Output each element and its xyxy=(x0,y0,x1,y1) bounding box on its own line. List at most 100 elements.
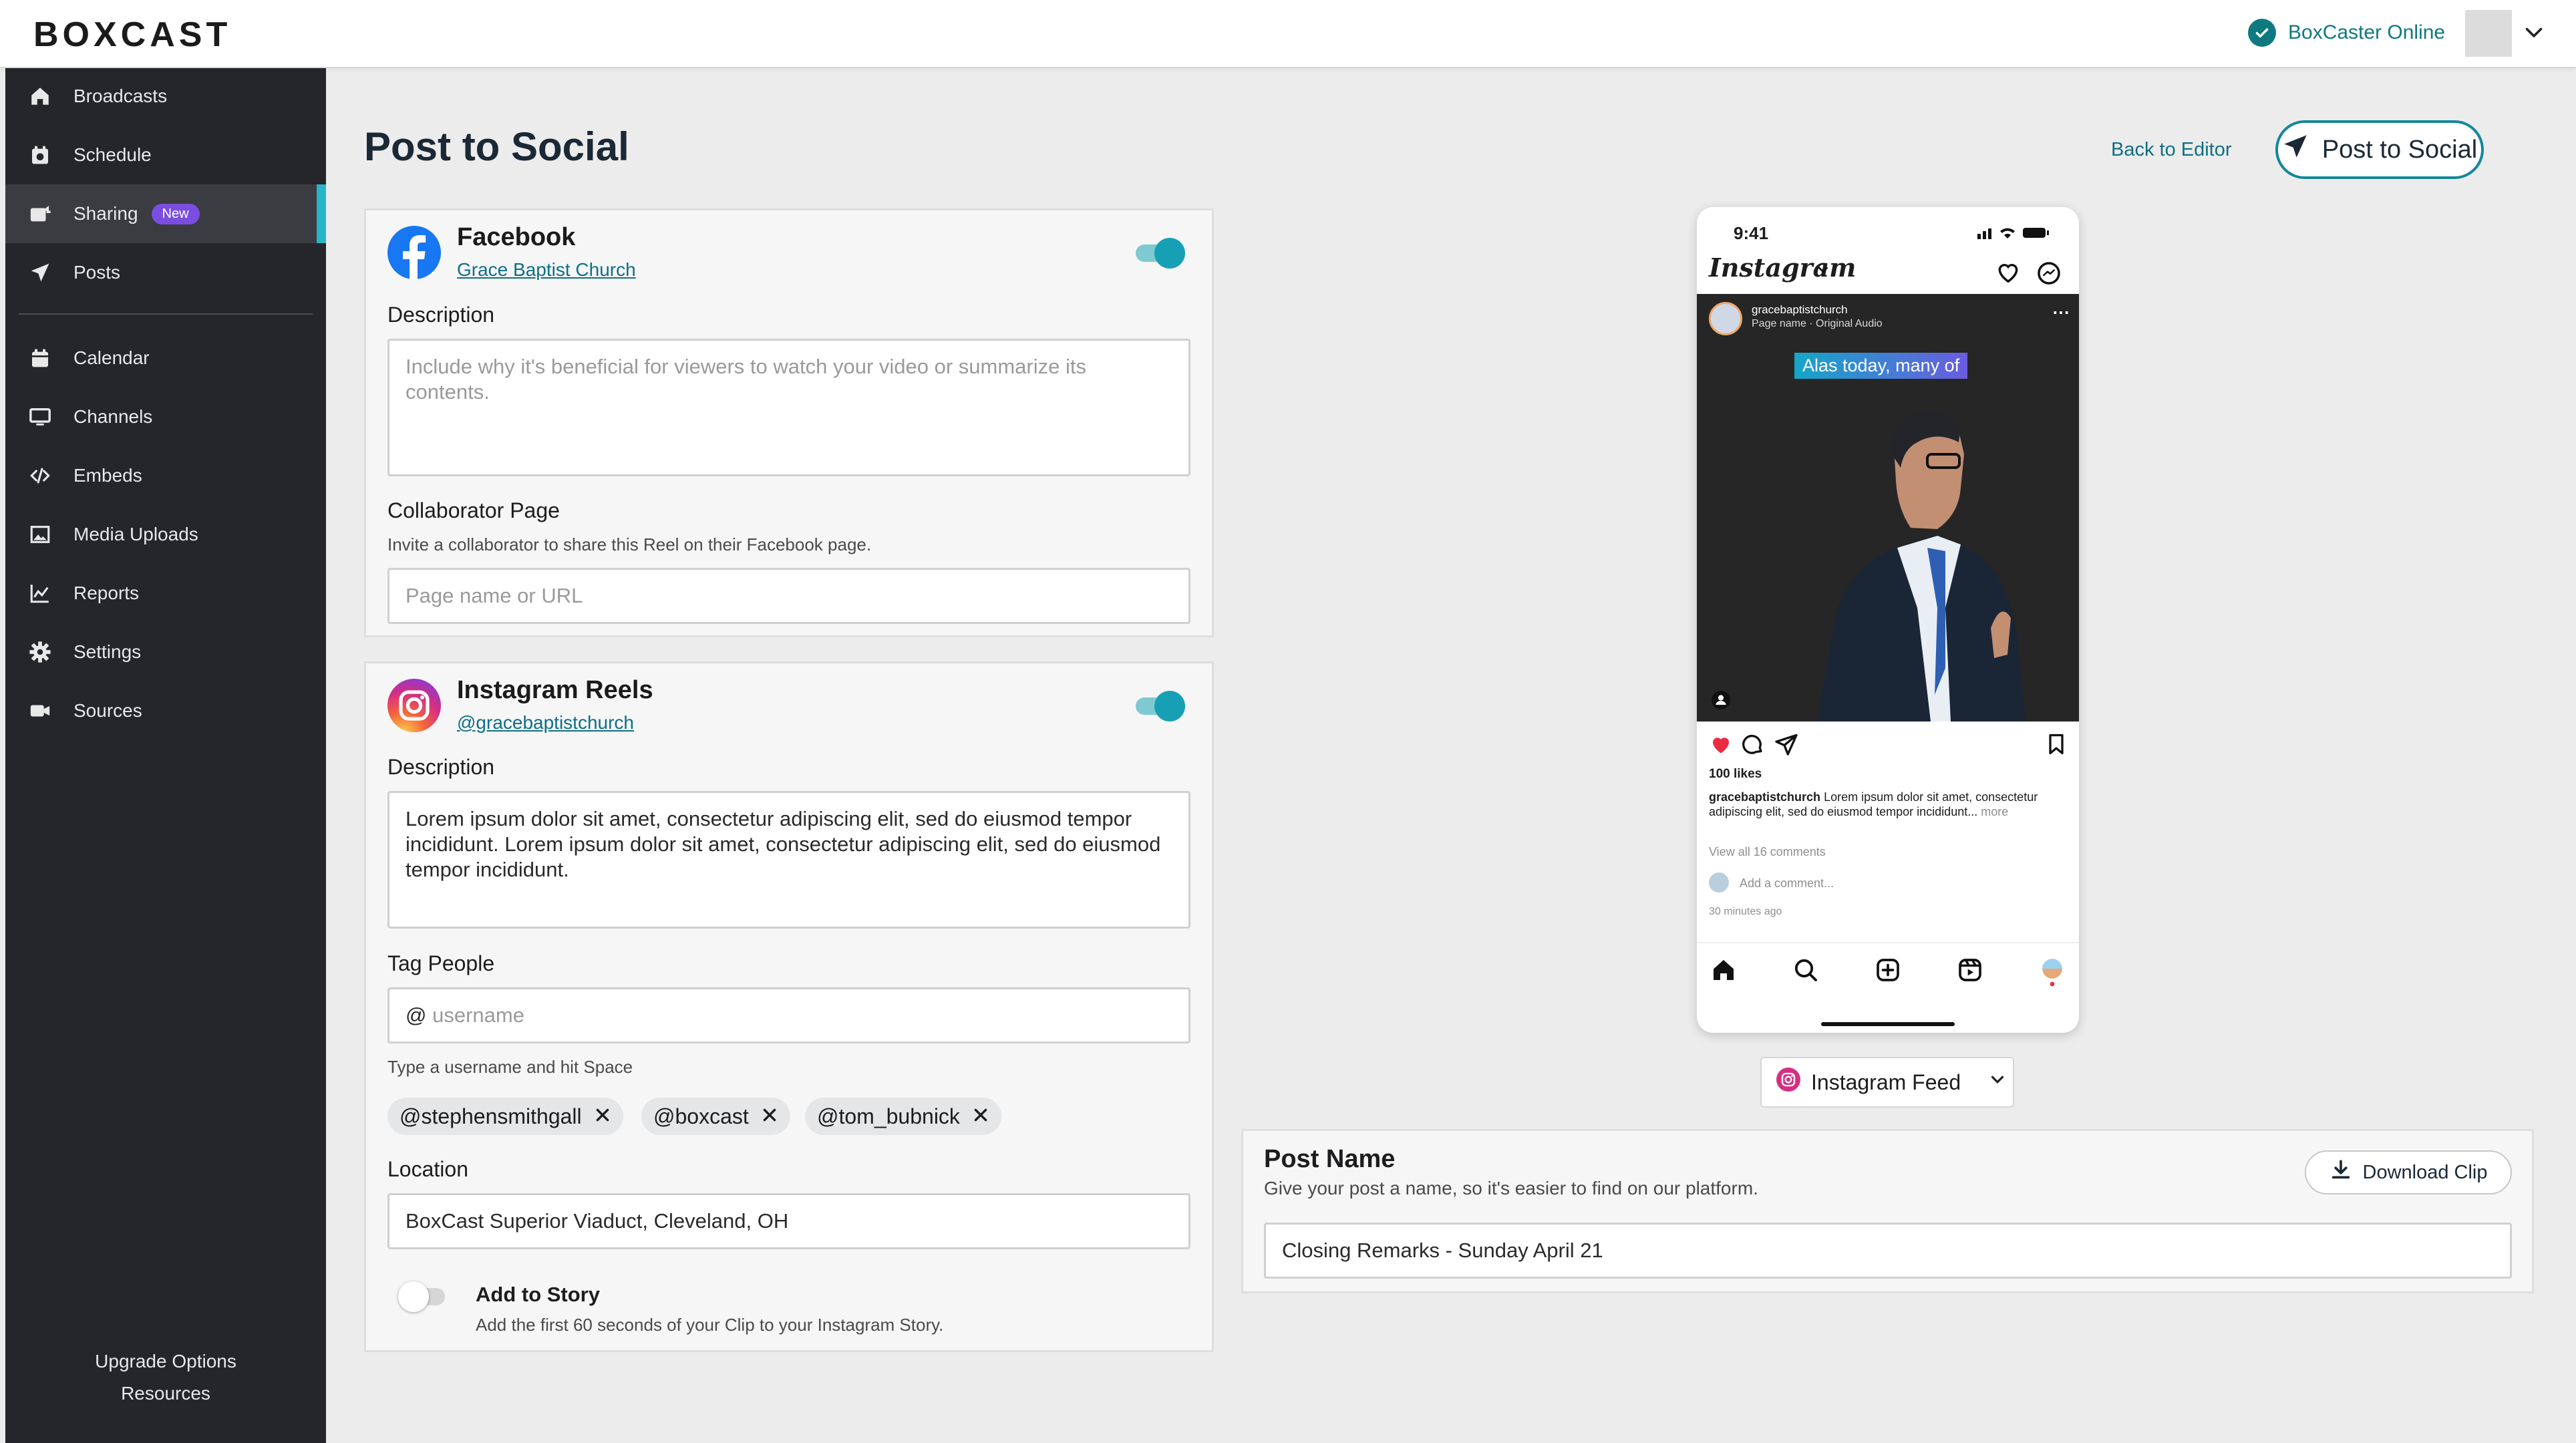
instagram-handle-link[interactable]: @gracebaptistchurch xyxy=(457,712,634,734)
add-to-story-label: Add to Story xyxy=(476,1283,600,1306)
facebook-description-field[interactable]: Include why it's beneficial for viewers … xyxy=(387,339,1190,476)
sidebar-item-embeds[interactable]: Embeds xyxy=(5,446,326,505)
sidebar-item-reports[interactable]: Reports xyxy=(5,564,326,623)
chevron-down-icon xyxy=(1987,1070,2007,1095)
heart-filled-icon[interactable] xyxy=(1709,732,1733,760)
add-to-story-toggle[interactable] xyxy=(398,1281,449,1312)
chevron-down-icon[interactable] xyxy=(2522,20,2546,47)
post-name-input[interactable]: Closing Remarks - Sunday April 21 xyxy=(1264,1223,2512,1279)
close-icon[interactable] xyxy=(594,1104,611,1129)
send-icon xyxy=(27,259,53,286)
download-icon xyxy=(2329,1158,2352,1186)
heart-outline-icon[interactable] xyxy=(1995,259,2021,288)
tag-help-text: Type a username and hit Space xyxy=(387,1057,633,1077)
calendar-icon xyxy=(27,345,53,371)
sidebar-item-settings[interactable]: Settings xyxy=(5,623,326,681)
caption-username[interactable]: gracebaptistchurch xyxy=(1709,790,1820,804)
close-icon[interactable] xyxy=(972,1104,989,1129)
view-comments-link[interactable]: View all 16 comments xyxy=(1709,845,1826,859)
sidebar-item-label: Broadcasts xyxy=(73,86,168,106)
tag-chip: @tom_bubnick xyxy=(805,1098,1001,1135)
account-name[interactable]: gracebaptistchurch xyxy=(1752,303,1848,317)
instagram-toggle[interactable] xyxy=(1136,691,1185,722)
calendar-clock-icon xyxy=(27,142,53,168)
account-avatar[interactable] xyxy=(1709,302,1742,335)
commenter-avatar xyxy=(1709,872,1729,893)
facebook-toggle[interactable] xyxy=(1136,238,1185,269)
sidebar-item-label: Embeds xyxy=(73,465,142,486)
tag-people-label: Tag People xyxy=(387,951,495,975)
status-label: BoxCaster Online xyxy=(2288,21,2446,43)
post-name-label: Post Name xyxy=(1264,1145,1396,1173)
collaborator-page-label: Collaborator Page xyxy=(387,498,560,522)
avatar[interactable] xyxy=(2465,10,2512,57)
download-clip-label: Download Clip xyxy=(2362,1161,2488,1183)
facebook-title: Facebook xyxy=(457,223,576,251)
location-input[interactable]: BoxCast Superior Viaduct, Cleveland, OH xyxy=(387,1193,1190,1249)
check-circle-icon xyxy=(2248,19,2276,47)
home-icon xyxy=(27,83,53,110)
sidebar-item-sources[interactable]: Sources xyxy=(5,681,326,740)
post-to-social-button[interactable]: Post to Social xyxy=(2275,120,2484,179)
facebook-description-label: Description xyxy=(387,303,495,327)
sidebar-item-channels[interactable]: Channels xyxy=(5,387,326,446)
instagram-logo-icon xyxy=(387,679,441,736)
caption-overlay: Alas today, many of xyxy=(1794,353,1968,379)
preview-format-select[interactable]: Instagram Feed xyxy=(1760,1057,2014,1108)
messenger-icon[interactable] xyxy=(2036,261,2062,289)
sidebar-item-calendar[interactable]: Calendar xyxy=(5,329,326,387)
back-to-editor-link[interactable]: Back to Editor xyxy=(2111,139,2232,161)
tag-chip-label: @stephensmithgall xyxy=(399,1104,582,1128)
facebook-logo-icon xyxy=(387,226,441,283)
sidebar-item-label: Sources xyxy=(73,700,142,721)
reel-video-frame[interactable]: gracebaptistchurch Page name · Original … xyxy=(1697,294,2079,722)
more-options-icon[interactable]: ⋯ xyxy=(2052,302,2070,323)
download-clip-button[interactable]: Download Clip xyxy=(2305,1150,2512,1194)
sidebar-item-broadcasts[interactable]: Broadcasts xyxy=(5,67,326,126)
home-icon[interactable] xyxy=(1710,957,1737,987)
collaborator-help-text: Invite a collaborator to share this Reel… xyxy=(387,534,872,554)
search-icon[interactable] xyxy=(1792,957,1819,987)
sidebar-item-label: Schedule xyxy=(73,144,152,165)
instagram-wordmark: Instagram xyxy=(1709,253,1857,283)
upgrade-options-link[interactable]: Upgrade Options xyxy=(5,1351,326,1372)
sidebar-item-label: Media Uploads xyxy=(73,524,198,544)
chevron-down-icon[interactable] xyxy=(1816,262,1830,280)
sidebar-item-media-uploads[interactable]: Media Uploads xyxy=(5,505,326,564)
bookmark-icon[interactable] xyxy=(2044,732,2068,760)
instagram-description-field[interactable]: Lorem ipsum dolor sit amet, consectetur … xyxy=(387,791,1190,929)
share-icon[interactable] xyxy=(1774,732,1798,760)
tag-people-input[interactable]: @ username xyxy=(387,987,1190,1044)
comment-icon[interactable] xyxy=(1741,732,1765,760)
sidebar-item-label: Calendar xyxy=(73,347,150,368)
reels-icon[interactable] xyxy=(1957,957,1983,987)
close-icon[interactable] xyxy=(761,1104,778,1129)
boxcast-logo[interactable]: BOXCAST xyxy=(33,15,231,55)
resources-link[interactable]: Resources xyxy=(5,1383,326,1404)
user-tag-icon[interactable] xyxy=(1712,691,1730,713)
add-comment-input[interactable]: Add a comment... xyxy=(1740,876,1834,891)
location-label: Location xyxy=(387,1157,468,1181)
preview-format-value: Instagram Feed xyxy=(1811,1070,1961,1094)
home-indicator xyxy=(1821,1022,1955,1026)
code-icon xyxy=(27,462,53,489)
caption-more[interactable]: more xyxy=(1981,805,2008,818)
sidebar: Broadcasts Schedule Sharing New Posts Ca… xyxy=(5,67,326,1443)
facebook-page-link[interactable]: Grace Baptist Church xyxy=(457,259,636,281)
sidebar-item-schedule[interactable]: Schedule xyxy=(5,126,326,184)
likes-count[interactable]: 100 likes xyxy=(1709,767,1762,782)
camera-icon xyxy=(27,697,53,724)
collaborator-page-input[interactable]: Page name or URL xyxy=(387,568,1190,624)
collaborator-placeholder: Page name or URL xyxy=(406,584,583,607)
top-bar: BOXCAST BoxCaster Online xyxy=(0,0,2576,68)
facebook-description-placeholder: Include why it's beneficial for viewers … xyxy=(406,355,1086,404)
profile-avatar-icon[interactable] xyxy=(2039,957,2066,991)
post-name-help: Give your post a name, so it's easier to… xyxy=(1264,1178,1758,1198)
share-icon xyxy=(27,200,53,227)
sidebar-item-sharing[interactable]: Sharing New xyxy=(5,184,326,243)
instagram-title: Instagram Reels xyxy=(457,676,653,704)
instagram-description-label: Description xyxy=(387,755,495,779)
sidebar-divider xyxy=(19,313,313,315)
create-post-icon[interactable] xyxy=(1875,957,1901,987)
sidebar-item-posts[interactable]: Posts xyxy=(5,243,326,302)
